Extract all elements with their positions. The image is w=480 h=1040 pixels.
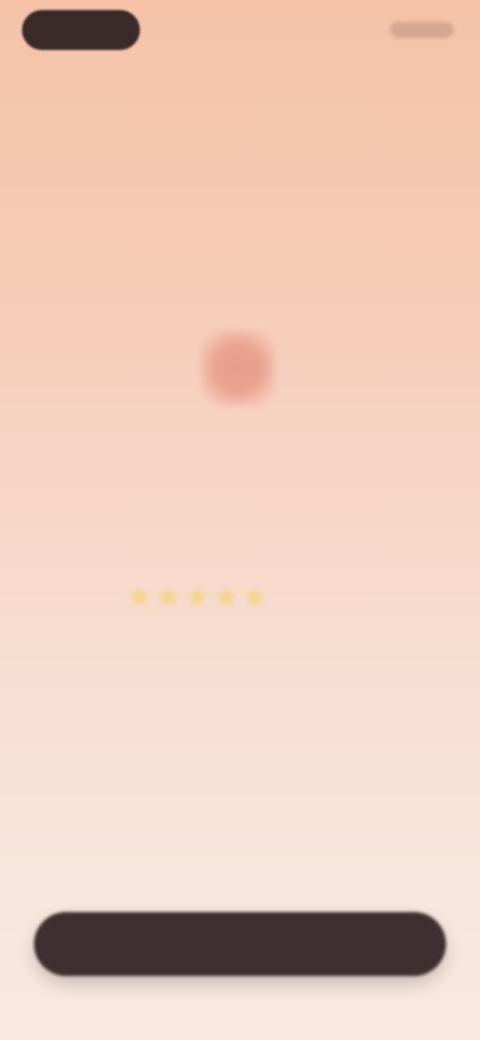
star-icon: ★ — [126, 581, 153, 614]
status-bar — [0, 0, 480, 64]
rating-stars: ★ ★ ★ ★ ★ — [126, 580, 269, 616]
rating-row: ★ ★ ★ ★ ★ — [126, 580, 354, 616]
star-icon: ★ — [241, 581, 269, 614]
heart-icon — [200, 330, 276, 406]
star-icon: ★ — [183, 581, 211, 614]
status-icons — [390, 22, 454, 38]
status-pill — [22, 10, 140, 50]
star-icon: ★ — [212, 581, 240, 614]
continue-button[interactable] — [34, 912, 446, 976]
star-icon: ★ — [154, 581, 182, 614]
